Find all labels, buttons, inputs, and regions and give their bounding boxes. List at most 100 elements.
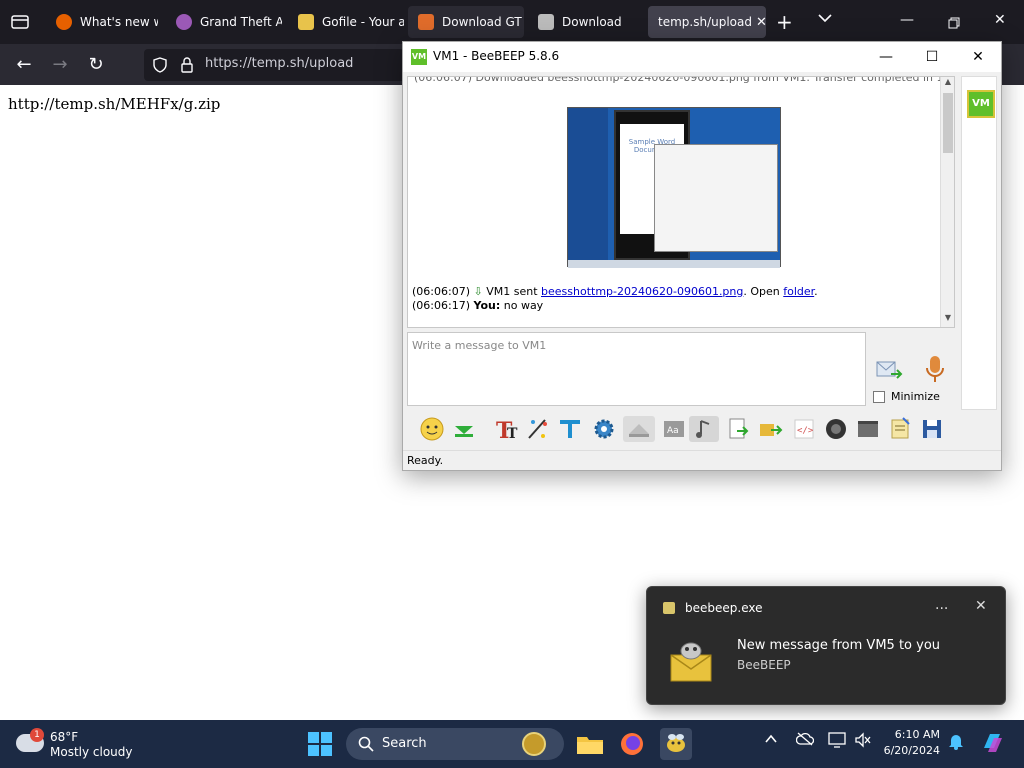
close-tab-icon[interactable]: ✕ (752, 15, 766, 30)
beebeep-window: VM VM1 - BeeBEEP 5.8.6 — ☐ ✕ (06:06:07) … (402, 41, 1002, 471)
tab-download[interactable]: Download (528, 6, 644, 38)
search-label: Search (382, 736, 427, 751)
back-icon[interactable]: ← (12, 53, 36, 77)
chat-log-line-partial: (06:06:07) Downloaded beesshottmp-202406… (414, 76, 955, 84)
font-icon[interactable]: TT (493, 416, 519, 444)
notification-subtitle: BeeBEEP (737, 658, 791, 672)
maximize-window-button[interactable]: ☐ (909, 44, 955, 70)
user-list-panel: VM (961, 76, 997, 410)
screenshot-preview-image[interactable]: Sample Word Document (567, 107, 781, 268)
close-notification-icon[interactable]: ✕ (975, 598, 987, 614)
checkbox-icon[interactable] (873, 390, 885, 403)
message-envelope-icon (669, 639, 713, 683)
chevron-up-icon[interactable] (764, 732, 778, 750)
cloud-sync-icon[interactable] (795, 732, 815, 750)
notification-toast[interactable]: beebeep.exe ... ✕ New message from VM5 t… (646, 586, 1006, 705)
close-window-button[interactable]: ✕ (955, 44, 1001, 70)
beebeep-taskbar-icon[interactable] (660, 728, 692, 760)
tab-grand-theft[interactable]: Grand Theft A (166, 6, 282, 38)
tab-download-gt[interactable]: Download GT (408, 6, 524, 38)
browser-tab-bar: What's new w Grand Theft A Gofile - Your… (0, 0, 1024, 44)
filter-icon[interactable] (557, 416, 583, 442)
sound-icon[interactable] (689, 416, 719, 442)
forward-icon[interactable]: → (48, 53, 72, 77)
user-avatar[interactable]: VM (967, 90, 995, 118)
color-icon[interactable] (525, 416, 551, 442)
screenshot-icon[interactable] (823, 416, 849, 442)
chat-history[interactable]: (06:06:07) Downloaded beesshottmp-202406… (407, 76, 955, 328)
window-minimize-icon[interactable]: — (900, 12, 914, 28)
new-tab-icon[interactable]: + (776, 10, 796, 34)
save-chat-icon[interactable] (451, 416, 477, 442)
tab-overview-icon[interactable] (10, 12, 30, 32)
notification-title: New message from VM5 to you (737, 638, 941, 653)
save-icon[interactable] (919, 416, 945, 442)
copilot-icon[interactable] (980, 730, 1006, 760)
lock-icon[interactable] (180, 57, 194, 77)
display-icon[interactable] (828, 732, 846, 752)
download-icon: ⇩ (473, 285, 483, 298)
window-title: VM1 - BeeBEEP 5.8.6 (433, 49, 560, 63)
embedded-taskbar (568, 260, 780, 268)
file-explorer-icon[interactable] (574, 728, 606, 760)
window-close-icon[interactable]: ✕ (994, 12, 1006, 28)
scroll-down-icon[interactable]: ▼ (941, 313, 954, 327)
tab-label: Gofile - Your a (322, 15, 404, 29)
send-icon[interactable] (875, 358, 905, 384)
firefox-taskbar-icon[interactable] (616, 728, 648, 760)
folder-link[interactable]: folder (783, 285, 814, 298)
clock-time: 6:10 AM (894, 728, 940, 741)
notes-icon[interactable] (887, 416, 913, 442)
chat-scrollbar[interactable]: ▲ ▼ (940, 77, 954, 327)
svg-text:</>: </> (797, 426, 814, 436)
chat-message-file-sent: (06:06:07) ⇩ VM1 sent beesshottmp-202406… (412, 285, 818, 298)
embedded-window (654, 144, 778, 252)
volume-icon[interactable] (854, 732, 872, 752)
weather-widget[interactable]: 1 68°F Mostly cloudy (16, 728, 146, 762)
spellcheck-icon[interactable]: Aa (661, 416, 687, 442)
beebeep-app-icon (663, 602, 675, 614)
url-text[interactable]: https://temp.sh/upload (205, 56, 353, 71)
clear-chat-icon[interactable] (623, 416, 655, 442)
start-button[interactable] (306, 730, 334, 758)
tab-temp-sh[interactable]: temp.sh/upload ✕ (648, 6, 766, 38)
weather-badge: 1 (30, 728, 44, 742)
file-link[interactable]: beesshottmp-20240620-090601.png (541, 285, 743, 298)
minimize-window-button[interactable]: — (863, 44, 909, 70)
send-file-icon[interactable] (725, 416, 751, 442)
tab-whats-new[interactable]: What's new w (46, 6, 158, 38)
tab-label: Grand Theft A (200, 15, 282, 29)
window-capture-icon[interactable] (855, 416, 881, 442)
tab-gofile[interactable]: Gofile - Your a (288, 6, 404, 38)
scroll-up-icon[interactable]: ▲ (941, 77, 954, 91)
minimize-checkbox[interactable]: Minimize (873, 390, 940, 403)
notification-header: beebeep.exe (663, 601, 762, 615)
message-placeholder: Write a message to VM1 (412, 339, 547, 352)
search-icon (358, 736, 374, 756)
code-icon[interactable]: </> (791, 416, 817, 442)
message-input[interactable]: Write a message to VM1 (407, 332, 866, 406)
shield-icon[interactable] (152, 57, 168, 77)
more-options-icon[interactable]: ... (935, 597, 948, 613)
database-icon (538, 14, 554, 30)
reload-icon[interactable]: ↻ (84, 53, 108, 77)
svg-text:Aa: Aa (667, 426, 679, 436)
scroll-thumb[interactable] (943, 93, 953, 153)
status-bar: Ready. (403, 450, 1001, 470)
send-folder-icon[interactable] (757, 416, 783, 442)
chat-message-you: (06:06:17) You: no way (412, 299, 544, 312)
chevron-down-icon[interactable] (818, 12, 832, 26)
microphone-icon[interactable] (923, 354, 947, 384)
system-clock[interactable]: 6:10 AM 6/20/2024 (880, 727, 940, 759)
notification-bell-icon[interactable] (948, 732, 964, 754)
window-restore-icon[interactable] (948, 14, 960, 33)
settings-icon[interactable] (591, 416, 617, 442)
clock-date: 6/20/2024 (883, 744, 940, 757)
firefox-icon (56, 14, 72, 30)
weather-temperature: 68°F (50, 730, 79, 744)
beebeep-logo-icon: VM (411, 49, 427, 65)
taskbar-search[interactable]: Search (346, 728, 564, 760)
emoticon-icon[interactable] (419, 416, 445, 442)
desktop-icons (568, 108, 608, 260)
tab-label: temp.sh/upload (658, 15, 752, 29)
